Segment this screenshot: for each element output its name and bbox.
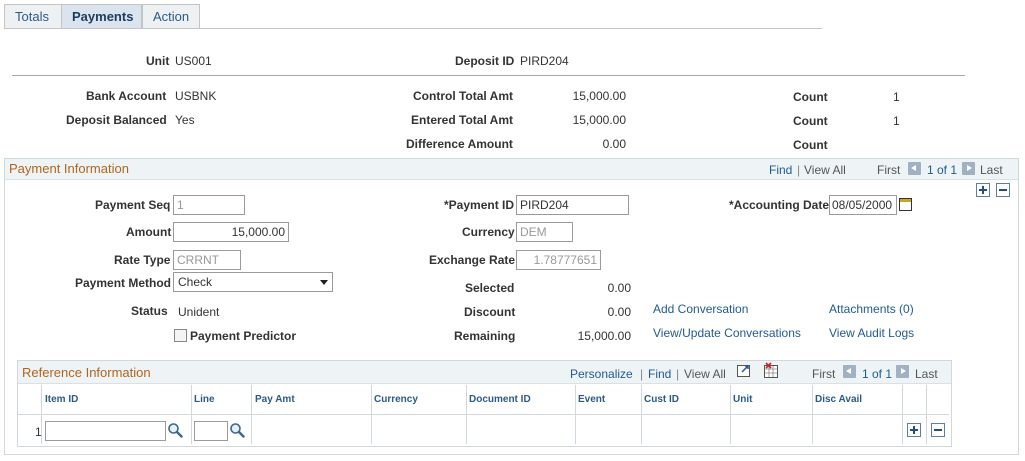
pager-count: 1 of 1 [927, 163, 958, 177]
search-icon[interactable] [167, 422, 183, 438]
count-label: Count [793, 114, 828, 128]
find-link[interactable]: Find [769, 163, 792, 177]
column-header-cust-id[interactable]: Cust ID [644, 394, 679, 405]
amount-label: Amount [126, 225, 172, 239]
count-value: 1 [893, 90, 900, 104]
search-icon[interactable] [229, 422, 245, 438]
separator: | [640, 367, 644, 381]
view-update-conversations-link[interactable]: View/Update Conversations [653, 326, 801, 340]
discount-value: 0.00 [607, 305, 631, 319]
line-input[interactable] [194, 421, 228, 441]
deposit-id-label: Deposit ID [455, 54, 515, 68]
delete-row-icon[interactable] [931, 423, 945, 437]
previous-icon[interactable] [908, 162, 921, 175]
add-row-icon[interactable] [907, 423, 921, 437]
row-number: 1 [35, 425, 42, 439]
personalize-link[interactable]: Personalize [570, 367, 633, 381]
column-header-pay-amt[interactable]: Pay Amt [255, 394, 295, 405]
payment-predictor-checkbox[interactable] [174, 329, 187, 342]
currency-label: Currency [462, 225, 515, 239]
accounting-date-input[interactable] [829, 195, 897, 215]
selected-value: 0.00 [607, 281, 631, 295]
deposit-balanced-value: Yes [175, 113, 195, 127]
next-icon[interactable] [896, 365, 909, 378]
column-header-disc-avail[interactable]: Disc Avail [815, 394, 862, 405]
first-label: First [877, 163, 901, 177]
add-row-icon[interactable] [976, 183, 990, 197]
exchange-rate-label: Exchange Rate [429, 253, 516, 267]
payment-predictor-label: Payment Predictor [190, 329, 297, 343]
payment-information-title: Payment Information [9, 161, 129, 176]
discount-label: Discount [464, 305, 516, 319]
exchange-rate-input[interactable] [516, 250, 601, 270]
item-id-input[interactable] [45, 421, 166, 441]
deposit-balanced-label: Deposit Balanced [66, 113, 167, 127]
view-audit-logs-link[interactable]: View Audit Logs [829, 326, 914, 340]
zoom-grid-icon[interactable] [737, 363, 753, 377]
selected-label: Selected [465, 281, 515, 295]
accounting-date-label: *Accounting Date [729, 198, 830, 212]
currency-input[interactable] [516, 222, 573, 242]
payment-seq-input[interactable] [173, 195, 245, 215]
amount-input[interactable] [173, 222, 289, 242]
last-label: Last [915, 367, 938, 381]
add-conversation-link[interactable]: Add Conversation [653, 302, 748, 316]
separator: | [676, 367, 680, 381]
count-label: Count [793, 90, 828, 104]
difference-label: Difference Amount [406, 137, 513, 151]
first-label: First [812, 367, 836, 381]
column-header-line[interactable]: Line [194, 394, 215, 405]
status-value: Unident [178, 305, 220, 319]
entered-total-label: Entered Total Amt [411, 113, 514, 127]
count-label: Count [793, 138, 828, 152]
payment-seq-label: Payment Seq [95, 198, 171, 212]
column-header-currency[interactable]: Currency [374, 394, 418, 405]
column-header-event[interactable]: Event [578, 394, 605, 405]
header-divider [12, 75, 965, 76]
bank-account-label: Bank Account [86, 89, 167, 103]
previous-icon[interactable] [843, 365, 856, 378]
payment-method-value: Check [178, 275, 213, 289]
column-header-unit[interactable]: Unit [733, 394, 752, 405]
payment-method-select[interactable]: Check [173, 272, 333, 292]
view-all-link[interactable]: View All [804, 163, 846, 177]
count-value: 1 [893, 114, 900, 128]
tab-action[interactable]: Action [142, 4, 200, 28]
unit-value: US001 [175, 54, 212, 68]
download-excel-icon[interactable] [764, 362, 780, 378]
grid-header-divider [18, 414, 949, 415]
unit-label: Unit [146, 54, 170, 68]
calendar-icon[interactable] [899, 198, 912, 211]
pager-count: 1 of 1 [862, 367, 893, 381]
payment-id-label: *Payment ID [444, 198, 515, 212]
attachments-link[interactable]: Attachments (0) [829, 302, 914, 316]
tab-underline [4, 28, 822, 29]
deposit-id-value: PIRD204 [520, 54, 569, 68]
find-link[interactable]: Find [648, 367, 671, 381]
reference-information-title: Reference Information [22, 365, 151, 380]
view-all-link[interactable]: View All [684, 367, 726, 381]
separator: | [797, 163, 801, 177]
difference-value: 0.00 [602, 137, 626, 151]
tab-payments[interactable]: Payments [61, 4, 142, 28]
delete-row-icon[interactable] [996, 183, 1010, 197]
last-label: Last [980, 163, 1003, 177]
next-icon[interactable] [962, 162, 975, 175]
entered-total-value: 15,000.00 [572, 113, 626, 127]
tab-totals[interactable]: Totals [4, 4, 62, 28]
column-header-document-id[interactable]: Document ID [469, 394, 531, 405]
control-total-value: 15,000.00 [572, 89, 626, 103]
remaining-value: 15,000.00 [577, 329, 631, 343]
rate-type-input[interactable] [173, 250, 241, 270]
payment-method-label: Payment Method [75, 276, 172, 290]
payment-id-input[interactable] [516, 195, 629, 215]
control-total-label: Control Total Amt [413, 89, 513, 103]
status-label: Status [131, 304, 168, 318]
bank-account-value: USBNK [175, 89, 217, 103]
column-header-item-id[interactable]: Item ID [45, 394, 78, 405]
dropdown-arrow-icon [320, 280, 328, 285]
rate-type-label: Rate Type [114, 253, 171, 267]
remaining-label: Remaining [454, 329, 516, 343]
payment-information-header: Payment Information [5, 159, 1018, 180]
